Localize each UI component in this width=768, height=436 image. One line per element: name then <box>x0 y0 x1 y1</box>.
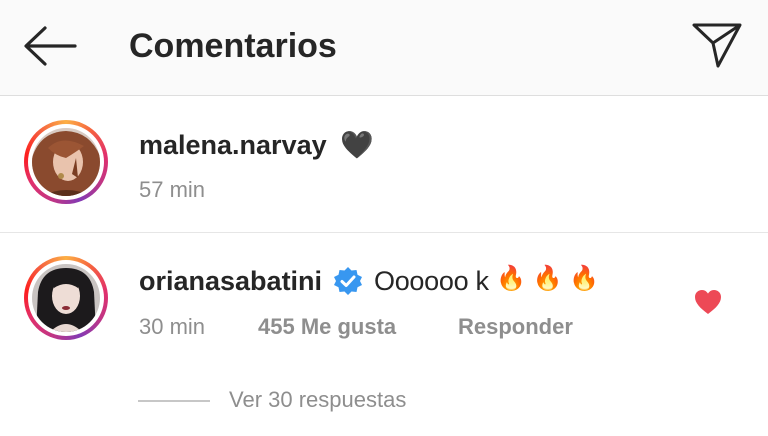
back-button[interactable] <box>22 22 78 70</box>
view-replies-link[interactable]: Ver 30 respuestas <box>229 386 406 414</box>
top-bar: Comentarios <box>0 0 768 96</box>
divider <box>0 232 768 233</box>
avatar-malena[interactable] <box>24 120 108 204</box>
comment-username[interactable]: malena.narvay <box>139 128 327 162</box>
heart-filled-icon <box>695 290 721 314</box>
comment-time: 30 min <box>139 314 206 339</box>
replies-divider <box>138 400 210 402</box>
share-button[interactable] <box>688 18 746 72</box>
fire-emojis: 🔥 🔥 🔥 <box>496 265 599 292</box>
likes-count[interactable]: 455 Me gusta <box>258 313 396 341</box>
reply-button[interactable]: Responder <box>458 313 573 341</box>
verified-badge-icon <box>333 266 363 296</box>
page-title: Comentarios <box>129 27 337 65</box>
like-button[interactable] <box>690 286 726 318</box>
arrow-left-icon <box>24 26 77 66</box>
comment-text: Oooooo k <box>374 266 489 296</box>
comment-username[interactable]: orianasabatini <box>139 264 322 298</box>
paper-plane-icon <box>692 23 742 68</box>
heart-emoji: 🖤 <box>340 130 374 160</box>
profile-photo <box>32 264 100 332</box>
avatar-oriana[interactable] <box>24 256 108 340</box>
profile-photo <box>32 128 100 196</box>
comment-time: 57 min <box>139 177 206 202</box>
